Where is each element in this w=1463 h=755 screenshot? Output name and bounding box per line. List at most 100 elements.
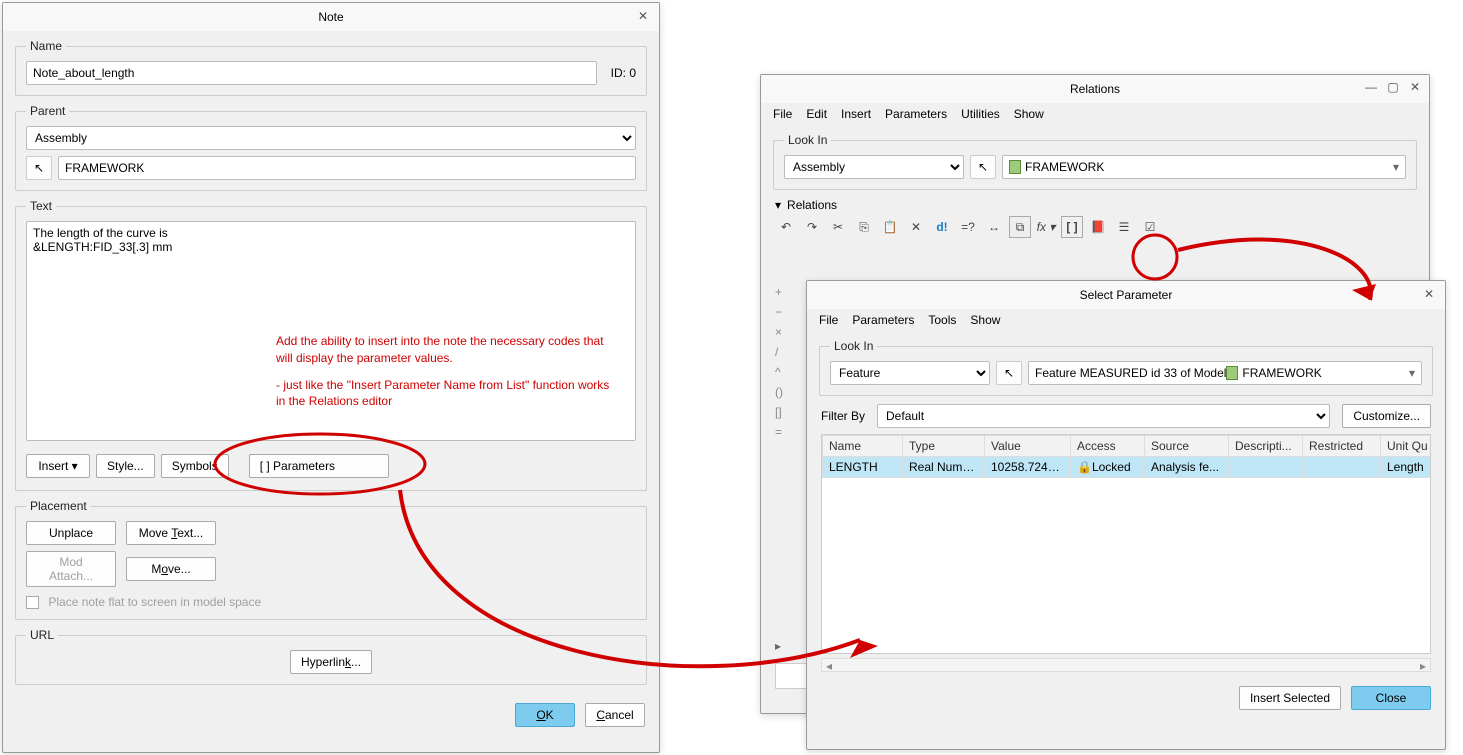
name-group: Name ID: 0	[15, 39, 647, 96]
col-type[interactable]: Type	[903, 436, 985, 457]
parameters-button[interactable]: [ ] Parameters	[249, 454, 389, 478]
lock-icon: 🔒	[1077, 460, 1092, 474]
cell-description[interactable]	[1229, 457, 1303, 478]
verify-icon[interactable]: ⧉	[1009, 216, 1031, 238]
symbols-button[interactable]: Symbols	[161, 454, 229, 478]
minimize-icon[interactable]: —	[1361, 79, 1381, 97]
parent-group: Parent Assembly ↖	[15, 104, 647, 191]
menu-parameters[interactable]: Parameters	[885, 107, 947, 121]
expand-icon[interactable]: ▸	[775, 639, 781, 653]
insert-selected-button[interactable]: Insert Selected	[1239, 686, 1341, 710]
lookin-feature-select[interactable]: Feature	[830, 361, 990, 385]
collapse-icon[interactable]: ▾	[775, 198, 781, 212]
menu-show[interactable]: Show	[970, 313, 1000, 327]
cell-unit[interactable]: Length	[1381, 457, 1432, 478]
maximize-icon[interactable]: ▢	[1383, 79, 1403, 97]
close-icon[interactable]: ✕	[633, 7, 653, 27]
book-icon[interactable]: 📕	[1087, 216, 1109, 238]
plus-icon[interactable]: +	[775, 285, 783, 299]
filter-select[interactable]: Default	[877, 404, 1330, 428]
paren-icon[interactable]: ()	[775, 385, 783, 399]
cancel-button[interactable]: Cancel	[585, 703, 645, 727]
url-legend: URL	[26, 628, 58, 642]
minus-icon[interactable]: −	[775, 305, 783, 319]
menu-file[interactable]: File	[819, 313, 838, 327]
framework-input[interactable]	[58, 156, 636, 180]
menu-insert[interactable]: Insert	[841, 107, 871, 121]
style-button[interactable]: Style...	[96, 454, 155, 478]
scroll-right-icon[interactable]: ▸	[1416, 659, 1430, 671]
close-icon[interactable]: ✕	[1405, 79, 1425, 97]
table-row[interactable]: LENGTH Real Numb... 10258.7246... 🔒Locke…	[823, 457, 1432, 478]
provide-icon[interactable]: =?	[957, 216, 979, 238]
parent-select[interactable]: Assembly	[26, 126, 636, 150]
units-icon[interactable]: d!	[931, 216, 953, 238]
divide-icon[interactable]: /	[775, 345, 783, 359]
annotation-text: Add the ability to insert into the note …	[276, 333, 616, 410]
relations-header-row[interactable]: ▾ Relations	[775, 198, 1415, 212]
chevron-down-icon[interactable]: ▾	[1393, 160, 1399, 174]
paste-icon[interactable]: 📋	[879, 216, 901, 238]
dimension-icon[interactable]: ↔	[983, 216, 1005, 238]
col-value[interactable]: Value	[985, 436, 1071, 457]
cell-name[interactable]: LENGTH	[823, 457, 903, 478]
close-button[interactable]: Close	[1351, 686, 1431, 710]
horizontal-scrollbar[interactable]: ◂ ▸	[821, 658, 1431, 672]
arrow-icon[interactable]: ↖	[996, 361, 1022, 385]
cut-icon[interactable]: ✂	[827, 216, 849, 238]
relations-lookin-legend: Look In	[784, 133, 831, 147]
delete-icon[interactable]: ✕	[905, 216, 927, 238]
menu-parameters[interactable]: Parameters	[852, 313, 914, 327]
move-button[interactable]: Move...	[126, 557, 216, 581]
col-description[interactable]: Descripti...	[1229, 436, 1303, 457]
col-access[interactable]: Access	[1071, 436, 1145, 457]
times-icon[interactable]: ×	[775, 325, 783, 339]
hyperlink-button[interactable]: Hyperlink...	[290, 650, 372, 674]
undo-icon[interactable]: ↶	[775, 216, 797, 238]
insert-button[interactable]: Insert ▾	[26, 454, 90, 478]
parameter-table-container: Name Type Value Access Source Descripti.…	[821, 434, 1431, 654]
arrow-icon[interactable]: ↖	[26, 156, 52, 180]
operator-sidebar: + − × / ^ () [] =	[775, 285, 783, 439]
menu-utilities[interactable]: Utilities	[961, 107, 1000, 121]
check-icon[interactable]: ☑	[1139, 216, 1161, 238]
move-text-button[interactable]: Move Text...	[126, 521, 216, 545]
cell-access[interactable]: 🔒Locked	[1071, 457, 1145, 478]
cell-type[interactable]: Real Numb...	[903, 457, 985, 478]
col-restricted[interactable]: Restricted	[1303, 436, 1381, 457]
select-param-title: Select Parameter	[1080, 288, 1173, 302]
lookin-select[interactable]: Assembly	[784, 155, 964, 179]
cell-value[interactable]: 10258.7246...	[985, 457, 1071, 478]
menu-tools[interactable]: Tools	[928, 313, 956, 327]
col-name[interactable]: Name	[823, 436, 903, 457]
bracket-icon[interactable]: []	[775, 405, 783, 419]
close-icon[interactable]: ✕	[1419, 285, 1439, 305]
flat-checkbox-row: Place note flat to screen in model space	[26, 595, 636, 609]
equals-icon[interactable]: =	[775, 425, 783, 439]
ok-button[interactable]: OK	[515, 703, 575, 727]
caret-icon[interactable]: ^	[775, 365, 783, 379]
document-icon	[1226, 366, 1238, 380]
menu-edit[interactable]: Edit	[806, 107, 827, 121]
cell-restricted[interactable]	[1303, 457, 1381, 478]
customize-button[interactable]: Customize...	[1342, 404, 1431, 428]
brackets-icon[interactable]: [ ]	[1061, 216, 1083, 238]
col-source[interactable]: Source	[1145, 436, 1229, 457]
copy-icon[interactable]: ⎘	[853, 216, 875, 238]
menu-show[interactable]: Show	[1014, 107, 1044, 121]
fx-icon[interactable]: fx ▾	[1035, 216, 1057, 238]
chevron-down-icon[interactable]: ▾	[1409, 366, 1415, 380]
scroll-left-icon[interactable]: ◂	[822, 659, 836, 671]
lookin-detail: Feature MEASURED id 33 of Model	[1035, 366, 1226, 380]
rows-icon[interactable]: ☰	[1113, 216, 1135, 238]
cell-source[interactable]: Analysis fe...	[1145, 457, 1229, 478]
parameter-table[interactable]: Name Type Value Access Source Descripti.…	[822, 435, 1431, 478]
unplace-button[interactable]: Unplace	[26, 521, 116, 545]
redo-icon[interactable]: ↷	[801, 216, 823, 238]
table-header-row: Name Type Value Access Source Descripti.…	[823, 436, 1432, 457]
name-input[interactable]	[26, 61, 597, 85]
menu-file[interactable]: File	[773, 107, 792, 121]
arrow-icon[interactable]: ↖	[970, 155, 996, 179]
col-unit[interactable]: Unit Qu	[1381, 436, 1432, 457]
mod-attach-button: Mod Attach...	[26, 551, 116, 587]
